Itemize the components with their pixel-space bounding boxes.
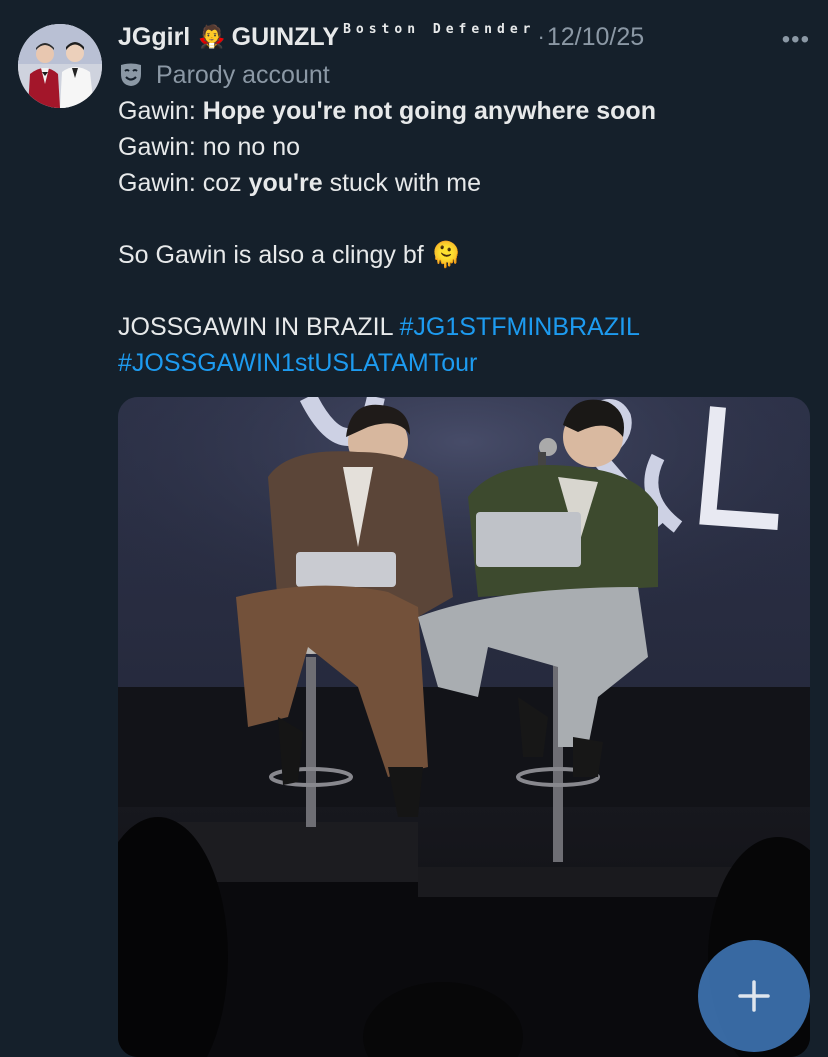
display-name-suffix[interactable]: GUINZLY (232, 23, 339, 52)
tweet-text: Gawin: Hope you're not going anywhere so… (118, 93, 808, 381)
separator: · (537, 24, 545, 49)
name-tag: Boston Defender (343, 21, 536, 37)
line-3-suffix: stuck with me (322, 169, 482, 197)
tweet-date[interactable]: 12/10/25 (547, 23, 644, 52)
tweet-line-clingy: So Gawin is also a clingy bf 🫠 (118, 237, 808, 273)
line-1-prefix: Gawin: (118, 97, 203, 125)
more-icon[interactable]: ••• (782, 26, 810, 54)
plus-icon (738, 980, 770, 1012)
line-3-prefix: Gawin: coz (118, 169, 249, 197)
line-3-bold: you're (248, 169, 323, 197)
tweet-line-2: Gawin: no no no (118, 129, 808, 165)
melting-face-emoji: 🫠 (430, 241, 462, 269)
stage-photo (118, 397, 810, 1057)
tweet-media[interactable] (118, 397, 810, 1057)
tweet-line-hashtag: #JOSSGAWIN1stUSLATAMTour (118, 345, 808, 381)
line-2-text: Gawin: no no no (118, 133, 301, 161)
clingy-text: So Gawin is also a clingy bf (118, 241, 424, 269)
tour-text: JOSSGAWIN IN BRAZIL (118, 313, 400, 341)
tweet[interactable]: JGgirl 🧛 GUINZLY Boston Defender · 12/10… (0, 0, 828, 1057)
hashtag-link-1[interactable]: #JG1STFMINBRAZIL (400, 313, 640, 341)
theater-mask-icon (121, 63, 141, 86)
parody-label: Parody account (118, 58, 330, 92)
compose-button[interactable] (698, 940, 810, 1052)
line-1-bold: Hope you're not going anywhere soon (202, 97, 656, 125)
vampire-emoji: 🧛 (198, 24, 226, 49)
parody-text: Parody account (156, 60, 330, 89)
tweet-line-1: Gawin: Hope you're not going anywhere so… (118, 93, 808, 129)
tweet-line-tour: JOSSGAWIN IN BRAZIL #JG1STFMINBRAZIL (118, 309, 808, 345)
avatar[interactable] (18, 24, 102, 108)
avatar-image (18, 24, 102, 108)
tweet-line-3: Gawin: coz you're stuck with me (118, 165, 808, 201)
hashtag-link-2[interactable]: #JOSSGAWIN1stUSLATAMTour (118, 349, 477, 377)
tweet-header: JGgirl 🧛 GUINZLY Boston Defender · 12/10… (118, 20, 808, 54)
display-name[interactable]: JGgirl (118, 23, 190, 52)
